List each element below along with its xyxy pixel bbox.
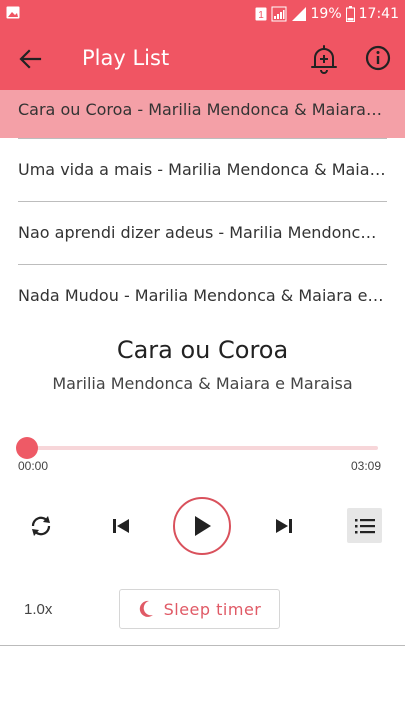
playlist-icon [354,518,375,533]
skip-next-icon [276,519,292,533]
sim-badge-text: 1 [258,10,264,21]
divider [18,264,387,265]
previous-button[interactable] [108,512,134,540]
seek-thumb[interactable] [16,437,38,459]
sleep-timer-button[interactable]: Sleep timer [119,589,280,629]
play-button[interactable] [173,497,231,555]
moon-icon [139,600,153,617]
playlist: Cara ou Coroa - Marilia Mendonca & Maiar… [0,90,405,327]
playlist-toggle-button[interactable] [347,508,382,543]
playlist-item[interactable]: Nada Mudou - Marilia Mendonca & Maiara e… [0,264,405,327]
total-time: 03:09 [351,459,382,473]
current-time: 00:00 [18,459,49,473]
play-icon [195,516,211,536]
battery-percent: 19% [310,6,342,22]
playlist-item-label: Nao aprendi dizer adeus - Marilia Mendon… [18,223,386,242]
playlist-item[interactable]: Uma vida a mais - Marilia Mendonca & Mai… [0,138,405,201]
divider [18,201,387,202]
divider [18,138,387,139]
image-icon [6,6,20,19]
sim-badge-icon: 1 [255,7,267,21]
now-playing-title: Cara ou Coroa [116,336,289,364]
battery-icon [345,6,355,22]
next-button[interactable] [271,512,297,540]
status-bar: 1 19% 17:41 [0,0,405,28]
now-playing-artist: Marilia Mendonca & Maiara e Maraisa [52,374,353,393]
playlist-item-active[interactable]: Cara ou Coroa - Marilia Mendonca & Maiar… [0,90,405,138]
skip-previous-icon [113,519,129,533]
status-time: 17:41 [358,6,399,22]
repeat-icon [31,516,51,536]
signal-bars-icon [291,7,306,21]
playlist-item-label: Nada Mudou - Marilia Mendonca & Maiara e… [18,286,386,305]
seek-bar[interactable] [27,446,378,450]
playback-speed[interactable]: 1.0x [24,601,52,618]
arrow-left-icon[interactable] [14,43,46,75]
divider [0,645,405,646]
add-alarm-icon[interactable] [309,43,339,75]
repeat-button[interactable] [27,512,55,540]
status-right: 1 19% 17:41 [255,4,399,24]
playlist-item-label: Cara ou Coroa - Marilia Mendonca & Maiar… [18,100,386,119]
sleep-timer-label: Sleep timer [163,599,262,619]
app-toolbar: Play List [0,28,405,90]
playlist-item-label: Uma vida a mais - Marilia Mendonca & Mai… [18,160,386,179]
playlist-item[interactable]: Nao aprendi dizer adeus - Marilia Mendon… [0,201,405,264]
info-icon[interactable] [364,43,392,73]
signal-icon [271,6,287,22]
page-title: Play List [82,46,170,70]
